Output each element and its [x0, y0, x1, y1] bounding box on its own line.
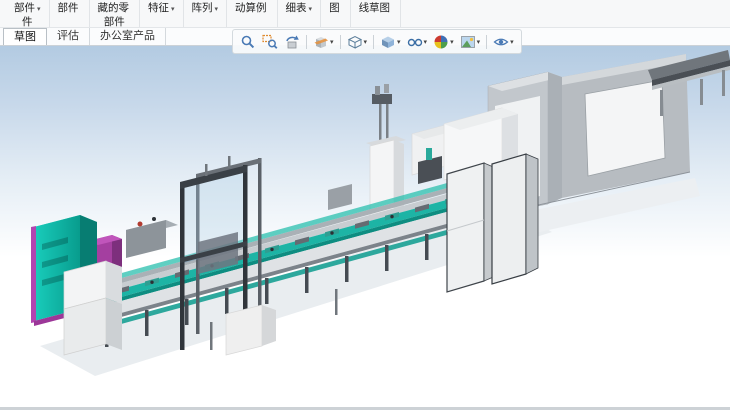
command-button-assembly-features[interactable]: 特征▾ — [140, 0, 184, 27]
previous-view-button[interactable] — [282, 33, 302, 51]
toolbar-separator — [306, 35, 307, 49]
section-view-icon — [313, 34, 329, 50]
edit-appearance-icon — [433, 34, 449, 50]
command-button-motion-study[interactable]: 动算例 — [227, 0, 278, 27]
view-settings-icon — [493, 34, 509, 50]
command-label: 部件 — [58, 2, 79, 14]
section-view-button[interactable]: ▾ — [311, 33, 336, 51]
command-manager-bar: 部件▾ 件 部件 藏的零 部件 特征▾ 阵列▾ 动算例 细表▾ 图 — [0, 0, 730, 28]
dropdown-caret: ▾ — [215, 6, 219, 13]
apply-scene-icon — [460, 34, 476, 50]
dropdown-caret: ▾ — [510, 38, 514, 46]
previous-view-icon — [284, 34, 300, 50]
control-cabinets — [447, 154, 538, 292]
graphics-area[interactable] — [0, 46, 730, 410]
toolbar-separator — [486, 35, 487, 49]
dropdown-caret: ▾ — [477, 38, 481, 46]
dropdown-caret: ▾ — [171, 6, 175, 13]
tab-evaluate[interactable]: 评估 — [47, 28, 90, 45]
apply-scene-button[interactable]: ▾ — [458, 33, 483, 51]
dropdown-caret: ▾ — [309, 6, 313, 13]
heads-up-view-toolbar: ▾ ▾ ▾ ▾ ▾ ▾ ▾ — [232, 29, 522, 54]
zoom-to-area-button[interactable] — [260, 33, 280, 51]
command-button-exploded-view[interactable]: 图 — [321, 0, 351, 27]
hide-show-items-button[interactable]: ▾ — [405, 33, 430, 51]
command-button-show-hidden[interactable]: 藏的零 部件 — [90, 0, 141, 27]
command-label-2: 件 — [22, 16, 33, 28]
command-button-move-component[interactable]: 部件 — [50, 0, 90, 27]
command-label: 藏的零 — [98, 2, 130, 14]
toolbar-separator — [373, 35, 374, 49]
display-style-icon — [380, 34, 396, 50]
front-white-box — [226, 305, 276, 355]
command-label: 部件 — [14, 2, 35, 14]
dropdown-caret: ▾ — [397, 38, 401, 46]
command-label: 细表 — [286, 2, 307, 14]
toolbar-separator — [340, 35, 341, 49]
command-label: 线草图 — [359, 2, 391, 14]
command-label-2: 部件 — [104, 16, 125, 28]
hide-show-items-icon — [407, 34, 423, 50]
tab-sketch[interactable]: 草图 — [3, 28, 47, 45]
dropdown-caret: ▾ — [330, 38, 334, 46]
command-label: 特征 — [148, 2, 169, 14]
tab-office-products[interactable]: 办公室产品 — [90, 28, 166, 45]
dropdown-caret: ▾ — [450, 38, 454, 46]
zoom-to-fit-icon — [240, 34, 256, 50]
command-button-pattern[interactable]: 阵列▾ — [184, 0, 228, 27]
white-cabinet-stack — [64, 261, 122, 355]
solidworks-window: 部件▾ 件 部件 藏的零 部件 特征▾ 阵列▾ 动算例 细表▾ 图 — [0, 0, 730, 410]
view-orientation-button[interactable]: ▾ — [345, 33, 370, 51]
view-orientation-icon — [347, 34, 363, 50]
command-label: 阵列 — [192, 2, 213, 14]
command-button-explode-line-sketch[interactable]: 线草图 — [351, 0, 402, 27]
edit-appearance-button[interactable]: ▾ — [431, 33, 456, 51]
assembly-model[interactable] — [0, 46, 730, 410]
command-label: 图 — [329, 2, 340, 14]
display-style-button[interactable]: ▾ — [378, 33, 403, 51]
dropdown-caret: ▾ — [37, 6, 41, 13]
view-settings-button[interactable]: ▾ — [491, 33, 516, 51]
zoom-to-fit-button[interactable] — [238, 33, 258, 51]
dropdown-caret: ▾ — [364, 38, 368, 46]
command-label: 动算例 — [235, 2, 267, 14]
dropdown-caret: ▾ — [424, 38, 428, 46]
command-button-components[interactable]: 部件▾ 件 — [6, 0, 50, 27]
command-button-bom[interactable]: 细表▾ — [278, 0, 322, 27]
zoom-to-area-icon — [262, 34, 278, 50]
